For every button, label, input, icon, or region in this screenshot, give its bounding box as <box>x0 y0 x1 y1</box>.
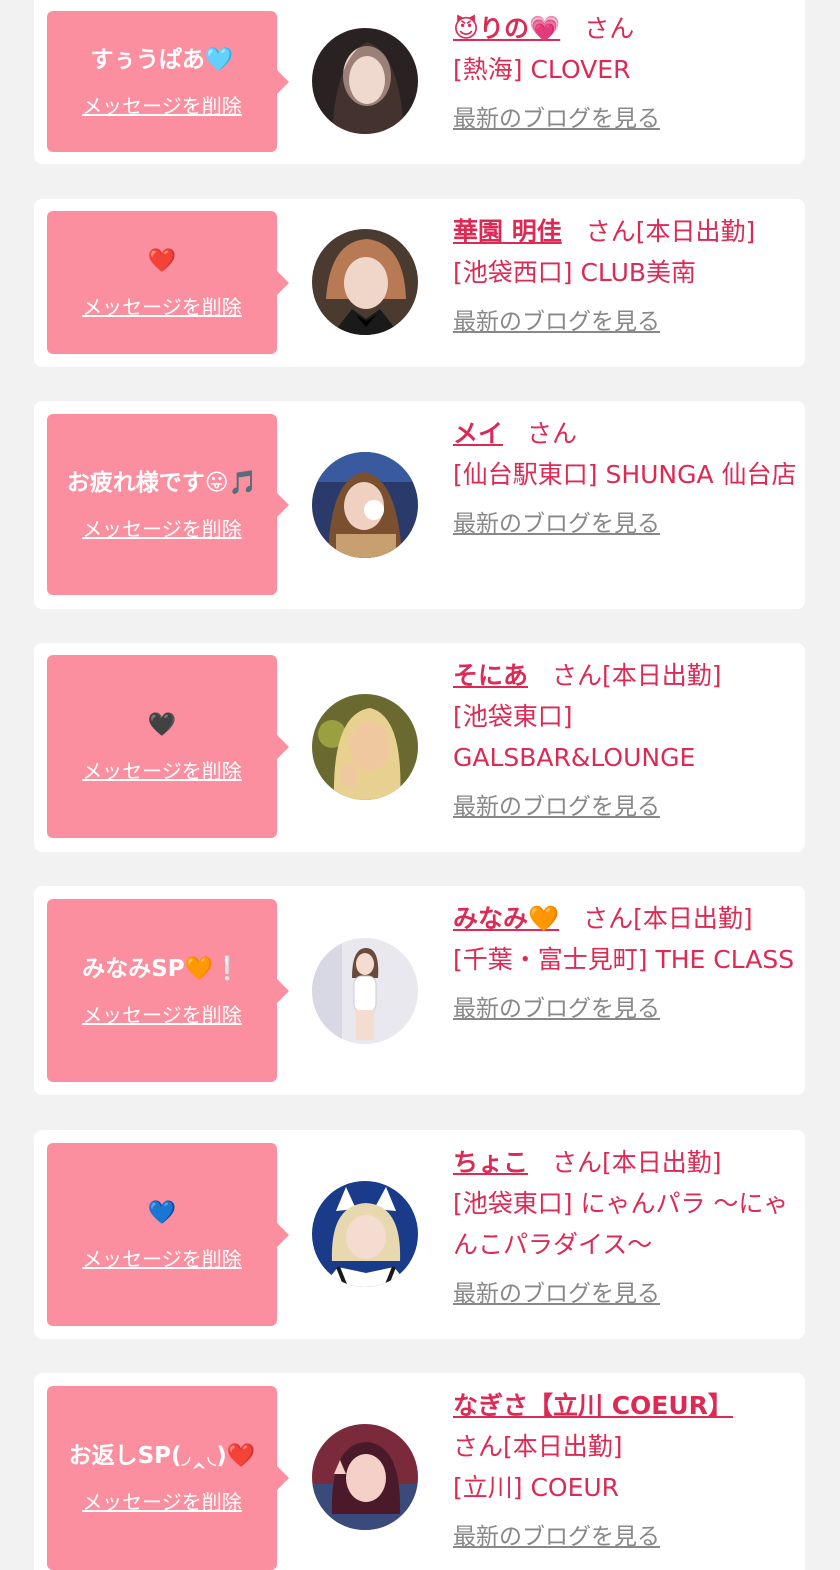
status-badge: [本日出勤] <box>602 661 722 690</box>
message-card: みなみSP🧡❕ メッセージを削除 みなみ🧡 さん[本日出勤] [千葉・富士見町] … <box>34 886 805 1095</box>
message-text: すぅうぱあ🩵 <box>90 46 234 73</box>
name-line: みなみ🧡 さん[本日出勤] <box>453 898 798 939</box>
shop-name: [千葉・富士見町] THE CLASS <box>453 945 795 974</box>
honorific: さん <box>453 1432 504 1461</box>
message-text: お疲れ様です😛🎵 <box>66 469 258 496</box>
name-line: メイ さん <box>453 413 798 454</box>
cast-name-link[interactable]: 華園 明佳 <box>453 217 562 246</box>
delete-message-link[interactable]: メッセージを削除 <box>82 516 242 542</box>
cast-info: メイ さん [仙台駅東口] SHUNGA 仙台店 最新のブログを見る <box>453 413 798 539</box>
message-card: お返しSP(◞‸◟)❤️ メッセージを削除 なぎさ【立川 COEUR】 さん[本日… <box>34 1373 805 1570</box>
message-card: すぅうぱあ🩵 メッセージを削除 😈りの💗 さん [熱海] CLOVER 最新のブロ… <box>34 0 805 164</box>
message-text: 💙 <box>147 1199 177 1226</box>
cast-name-link[interactable]: メイ <box>453 419 503 448</box>
delete-message-link[interactable]: メッセージを削除 <box>82 93 242 119</box>
cast-info: なぎさ【立川 COEUR】 さん[本日出勤] [立川] COEUR 最新のブログを… <box>453 1385 798 1552</box>
honorific: さん <box>583 904 634 933</box>
name-line: 😈りの💗 さん <box>453 8 798 49</box>
message-card: ❤️ メッセージを削除 華園 明佳 さん[本日出勤] [池袋西口] CLUB美南 … <box>34 199 805 367</box>
view-blog-link[interactable]: 最新のブログを見る <box>453 1522 798 1552</box>
message-bubble: すぅうぱあ🩵 メッセージを削除 <box>47 11 289 152</box>
delete-message-link[interactable]: メッセージを削除 <box>82 294 242 320</box>
status-badge: [本日出勤] <box>635 217 756 246</box>
cast-name-link[interactable]: みなみ🧡 <box>453 904 559 933</box>
shop-name: [池袋東口] GALSBAR&LOUNGE <box>453 702 696 772</box>
avatar[interactable] <box>312 938 418 1044</box>
message-bubble: 🖤 メッセージを削除 <box>47 655 289 838</box>
message-bubble: お返しSP(◞‸◟)❤️ メッセージを削除 <box>47 1386 289 1570</box>
message-text: 🖤 <box>147 711 177 738</box>
message-text: お返しSP(◞‸◟)❤️ <box>68 1443 256 1469</box>
delete-message-link[interactable]: メッセージを削除 <box>82 1002 242 1028</box>
shop-name: [熱海] CLOVER <box>453 55 631 84</box>
message-bubble: 💙 メッセージを削除 <box>47 1143 289 1326</box>
view-blog-link[interactable]: 最新のブログを見る <box>453 792 798 822</box>
delete-message-link[interactable]: メッセージを削除 <box>82 758 242 784</box>
message-bubble: みなみSP🧡❕ メッセージを削除 <box>47 899 289 1082</box>
avatar-photo <box>312 1181 418 1287</box>
cast-info: ちょこ さん[本日出勤] [池袋東口] にゃんパラ 〜にゃんこパラダイス〜 最新の… <box>453 1142 798 1309</box>
message-list: すぅうぱあ🩵 メッセージを削除 😈りの💗 さん [熱海] CLOVER 最新のブロ… <box>0 0 840 1570</box>
status-badge: [本日出勤] <box>633 904 753 933</box>
name-line: そにあ さん[本日出勤] <box>453 655 798 696</box>
avatar[interactable] <box>312 452 418 558</box>
avatar[interactable] <box>312 229 418 335</box>
delete-message-link[interactable]: メッセージを削除 <box>82 1246 242 1272</box>
avatar-photo <box>312 229 418 335</box>
shop-name: [立川] COEUR <box>453 1473 620 1502</box>
message-text: ❤️ <box>147 247 177 274</box>
cast-name-link[interactable]: なぎさ【立川 COEUR】 <box>453 1391 733 1420</box>
avatar-photo <box>312 1424 418 1530</box>
avatar-photo <box>312 28 418 134</box>
avatar-photo <box>312 938 418 1044</box>
avatar[interactable] <box>312 28 418 134</box>
shop-name: [仙台駅東口] SHUNGA 仙台店 <box>453 460 797 489</box>
view-blog-link[interactable]: 最新のブログを見る <box>453 104 798 134</box>
shop-name: [池袋東口] にゃんパラ 〜にゃんこパラダイス〜 <box>453 1189 789 1259</box>
view-blog-link[interactable]: 最新のブログを見る <box>453 994 798 1024</box>
message-card: お疲れ様です😛🎵 メッセージを削除 メイ さん [仙台駅東口] SHUNGA 仙台… <box>34 401 805 609</box>
status-badge: [本日出勤] <box>503 1432 623 1461</box>
message-card: 💙 メッセージを削除 ちょこ さん[本日出勤] [池袋東口] にゃんパラ 〜にゃん… <box>34 1130 805 1339</box>
avatar[interactable] <box>312 1181 418 1287</box>
cast-name-link[interactable]: そにあ <box>453 661 528 690</box>
message-card: 🖤 メッセージを削除 そにあ さん[本日出勤] [池袋東口] GALSBAR&LO… <box>34 643 805 852</box>
cast-info: みなみ🧡 さん[本日出勤] [千葉・富士見町] THE CLASS 最新のブログを… <box>453 898 798 1024</box>
avatar-photo <box>312 694 418 800</box>
status-badge: [本日出勤] <box>602 1148 722 1177</box>
cast-info: そにあ さん[本日出勤] [池袋東口] GALSBAR&LOUNGE 最新のブログ… <box>453 655 798 822</box>
honorific: さん <box>552 1148 603 1177</box>
view-blog-link[interactable]: 最新のブログを見る <box>453 307 798 337</box>
honorific: さん <box>584 14 635 43</box>
message-bubble: お疲れ様です😛🎵 メッセージを削除 <box>47 414 289 595</box>
name-line: 華園 明佳 さん[本日出勤] <box>453 211 798 252</box>
honorific: さん <box>552 661 603 690</box>
message-bubble: ❤️ メッセージを削除 <box>47 211 289 354</box>
name-line: ちょこ さん[本日出勤] <box>453 1142 798 1183</box>
cast-name-link[interactable]: 😈りの💗 <box>453 14 560 43</box>
view-blog-link[interactable]: 最新のブログを見る <box>453 509 798 539</box>
avatar[interactable] <box>312 1424 418 1530</box>
honorific: さん <box>527 419 578 448</box>
cast-name-link[interactable]: ちょこ <box>453 1148 528 1177</box>
message-text: みなみSP🧡❕ <box>82 955 242 982</box>
avatar[interactable] <box>312 694 418 800</box>
name-line: なぎさ【立川 COEUR】 さん[本日出勤] <box>453 1385 798 1467</box>
delete-message-link[interactable]: メッセージを削除 <box>82 1489 242 1515</box>
shop-name: [池袋西口] CLUB美南 <box>453 258 697 287</box>
avatar-photo <box>312 452 418 558</box>
cast-info: 😈りの💗 さん [熱海] CLOVER 最新のブログを見る <box>453 8 798 134</box>
view-blog-link[interactable]: 最新のブログを見る <box>453 1279 798 1309</box>
honorific: さん <box>585 217 636 246</box>
cast-info: 華園 明佳 さん[本日出勤] [池袋西口] CLUB美南 最新のブログを見る <box>453 211 798 337</box>
